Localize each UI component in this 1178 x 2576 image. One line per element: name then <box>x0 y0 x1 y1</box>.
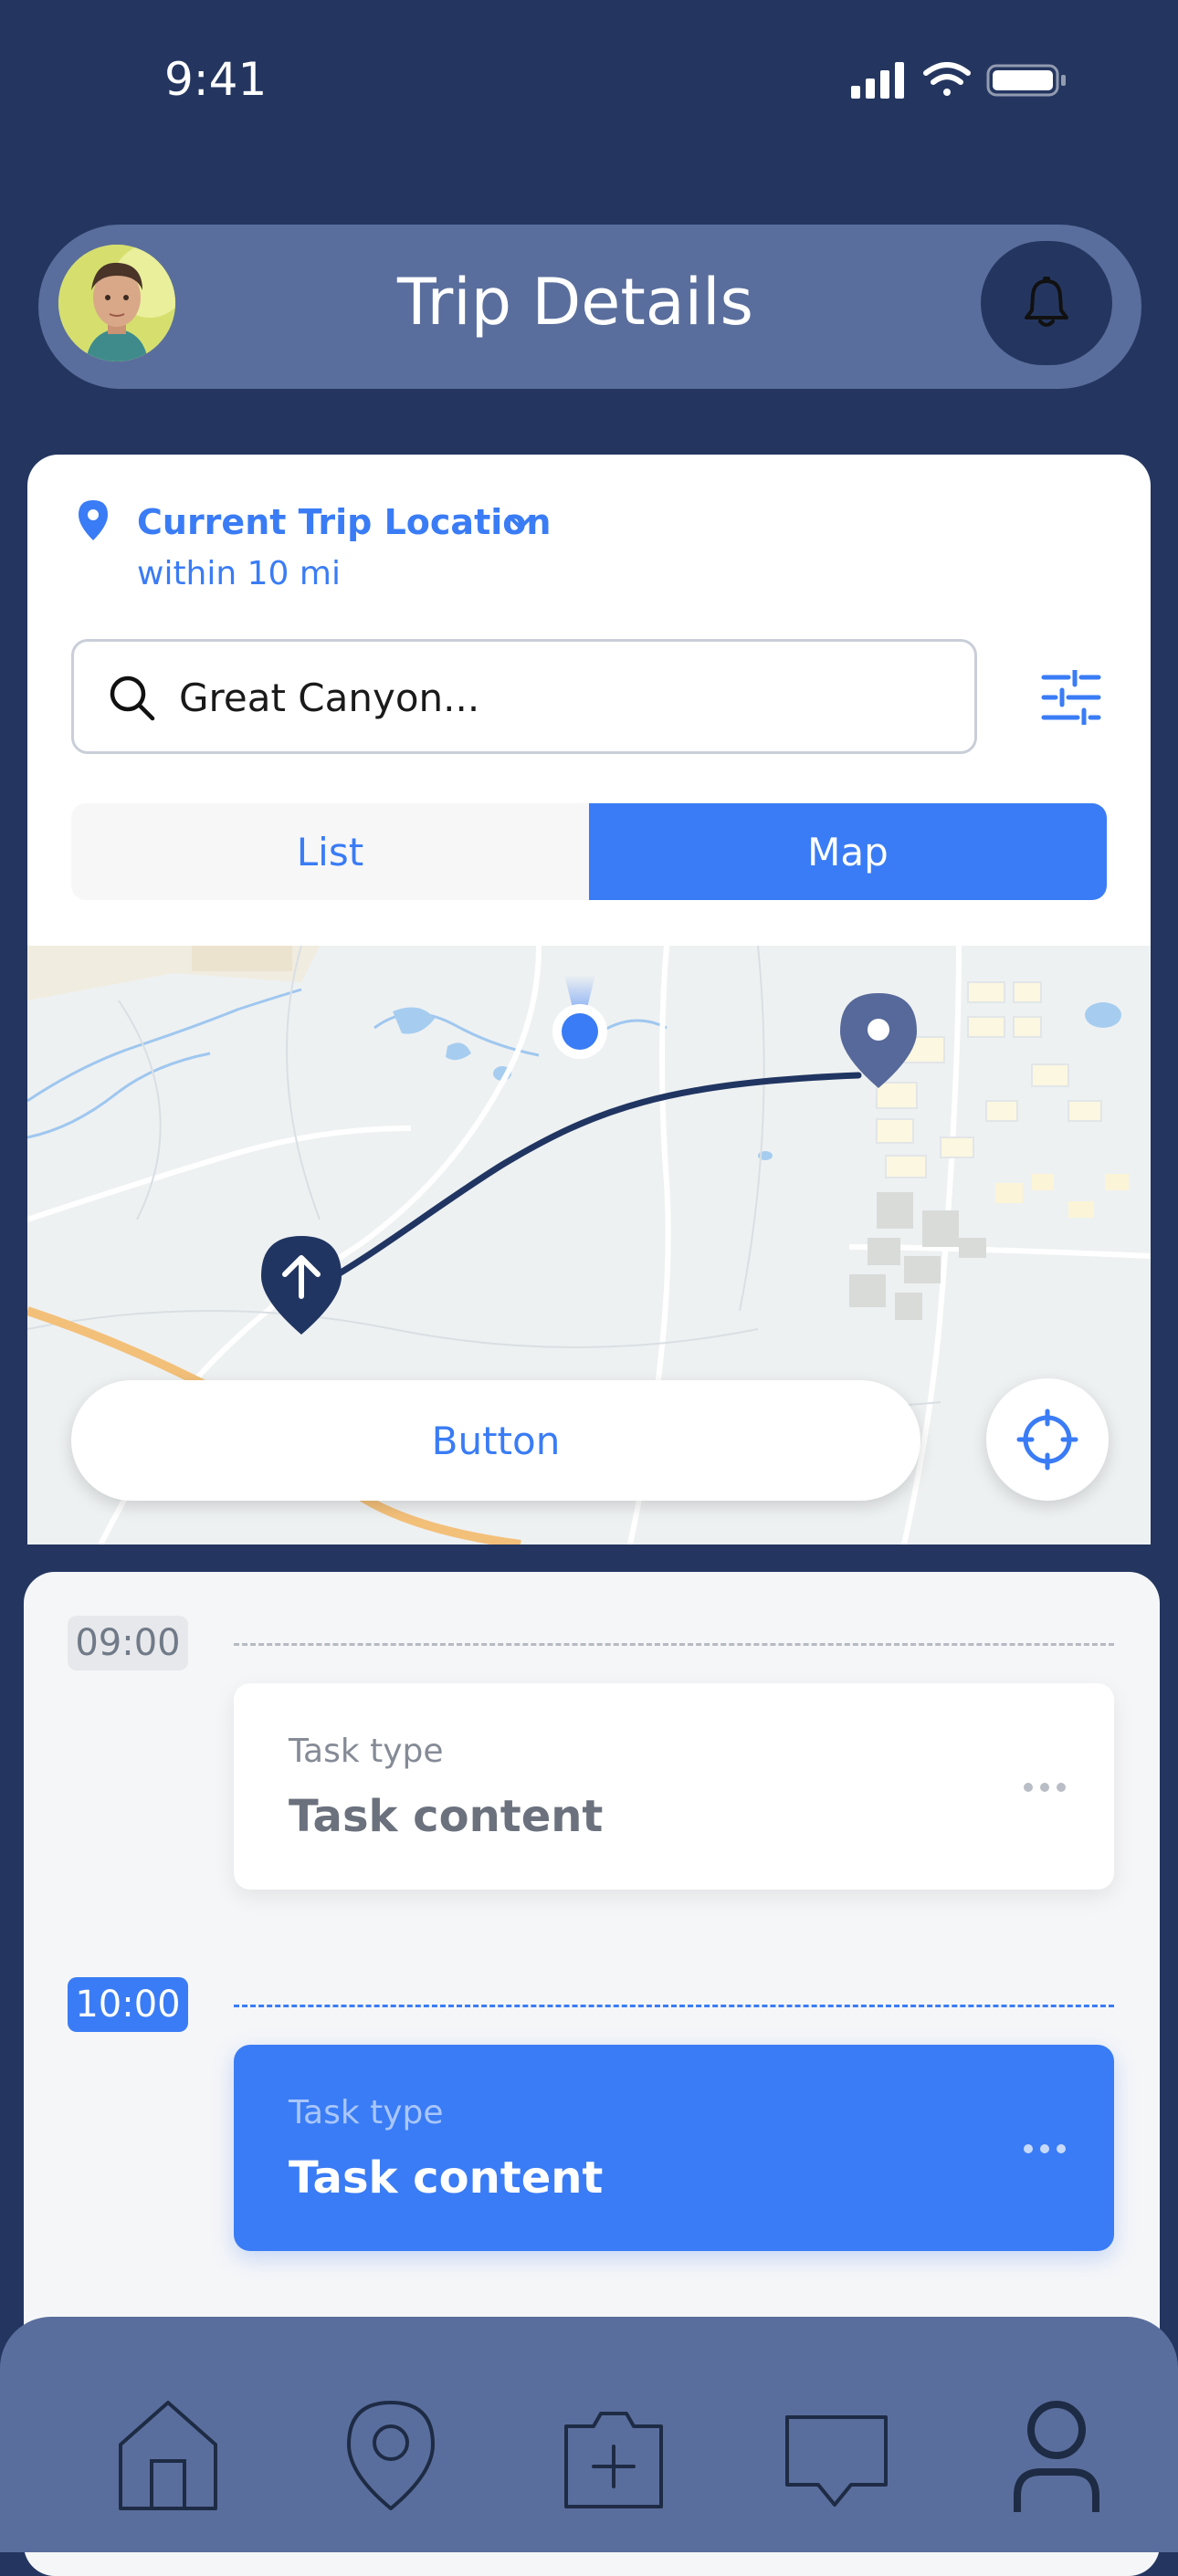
task-content: Task content <box>289 1791 604 1842</box>
locate-me-button[interactable] <box>986 1378 1109 1501</box>
search-icon <box>110 675 155 721</box>
tab-list[interactable]: List <box>71 803 589 900</box>
location-radius: within 10 mi <box>137 555 341 592</box>
location-title[interactable]: Current Trip Location <box>137 502 551 542</box>
time-label: 09:00 <box>68 1616 188 1670</box>
chat-icon[interactable] <box>782 2399 891 2512</box>
bell-icon <box>1025 277 1068 327</box>
page-title: Trip Details <box>396 265 754 340</box>
profile-icon[interactable] <box>1008 2399 1105 2512</box>
location-icon[interactable] <box>345 2399 436 2512</box>
crosshair-icon <box>1016 1408 1078 1471</box>
time-label-active: 10:00 <box>68 1977 188 2032</box>
wifi-icon <box>923 62 971 96</box>
task-type: Task type <box>289 1733 444 1770</box>
home-icon[interactable] <box>115 2399 221 2512</box>
time-divider-active <box>234 2005 1114 2007</box>
task-card-active[interactable] <box>234 2045 1114 2251</box>
task-card[interactable] <box>234 1683 1114 1890</box>
location-pin-icon <box>79 500 108 540</box>
more-icon[interactable] <box>1021 2141 1068 2156</box>
status-time: 9:41 <box>164 53 268 106</box>
time-divider <box>234 1643 1114 1646</box>
more-icon[interactable] <box>1021 1780 1068 1795</box>
destination-pin-icon[interactable] <box>836 990 920 1092</box>
search-input[interactable] <box>179 670 946 725</box>
chevron-down-icon[interactable] <box>504 506 537 539</box>
notifications-button[interactable] <box>981 241 1112 365</box>
task-type: Task type <box>289 2094 444 2131</box>
status-icons <box>851 62 1066 99</box>
battery-icon <box>986 64 1066 97</box>
map-action-button[interactable]: Button <box>71 1380 920 1501</box>
view-toggle: List Map <box>71 803 1107 900</box>
user-location-icon <box>552 975 607 1059</box>
tab-map[interactable]: Map <box>589 803 1107 900</box>
origin-pin-icon[interactable] <box>258 1232 345 1338</box>
filter-icon[interactable] <box>1041 670 1101 725</box>
signal-icon <box>851 62 904 99</box>
camera-add-icon[interactable] <box>561 2399 667 2512</box>
task-content: Task content <box>289 2152 604 2204</box>
